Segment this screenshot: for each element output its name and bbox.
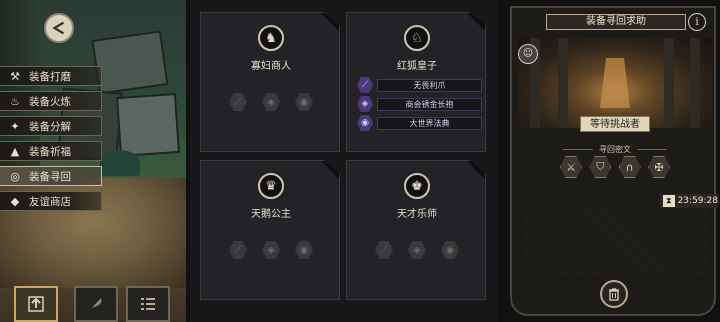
- merchant-portrait: ♛: [258, 173, 284, 199]
- robe-icon: ◈: [357, 96, 373, 112]
- sidebar-item-label: 装备分解: [29, 120, 71, 133]
- merchant-name: 寡妇商人: [251, 61, 291, 72]
- equipment-item[interactable]: ◉ 大世界法典: [357, 115, 482, 131]
- retrieve-icon: ◎: [10, 169, 20, 183]
- pray-icon: ▲: [10, 144, 20, 158]
- sidebar-item-forge[interactable]: ♨ 装备火炼: [0, 91, 102, 111]
- rune-shield-icon[interactable]: ⛉: [589, 156, 612, 178]
- info-icon[interactable]: i: [688, 13, 706, 31]
- weapon-slot-icon[interactable]: ⟋: [229, 93, 247, 111]
- back-button[interactable]: [44, 13, 74, 43]
- equipment-item[interactable]: ⟋ 无畏利爪: [357, 77, 482, 93]
- equipment-item[interactable]: ◈ 商会锈金长袍: [357, 96, 482, 112]
- weapon-slot-icon[interactable]: ⟋: [375, 241, 393, 259]
- throne-room-art: [518, 38, 712, 128]
- merchant-name: 天鹅公主: [251, 209, 291, 220]
- sidebar-item-label: 装备火炼: [29, 95, 71, 108]
- merchant-card[interactable]: ♚ 天才乐师 ⟋ ◈ ◉: [346, 160, 486, 300]
- merchant-portrait: ♞: [258, 25, 284, 51]
- scene-board: [115, 92, 181, 158]
- equipment-list: ⟋ 无畏利爪 ◈ 商会锈金长袍 ◉ 大世界法典: [357, 77, 482, 134]
- waiting-challenger-banner: 等待挑战者: [580, 116, 650, 132]
- sidebar-item-shop[interactable]: ◆ 友谊商店: [0, 191, 102, 211]
- claw-icon: ⟋: [357, 77, 373, 93]
- cipher-subtitle: 寻回密文: [512, 144, 718, 155]
- panel-title: 装备寻回求助: [546, 14, 686, 30]
- equipment-name: 无畏利爪: [377, 78, 482, 92]
- relic-slot-icon[interactable]: ◉: [295, 241, 313, 259]
- merchant-card[interactable]: ♘ 红狐皇子 ⟋ 无畏利爪 ◈ 商会锈金长袍 ◉ 大世界法典: [346, 12, 486, 152]
- retrieve-help-panel: 装备寻回求助 i ☺ 等待挑战者 寻回密文 ⚔ ⛉ ∩ ✠ ⧗ 23:59:28: [510, 6, 718, 316]
- upload-button[interactable]: [14, 286, 58, 322]
- equipment-slots: ⟋ ◈ ◉: [375, 241, 459, 259]
- armor-slot-icon[interactable]: ◈: [262, 93, 280, 111]
- merchant-card[interactable]: ♛ 天鹅公主 ⟋ ◈ ◉: [200, 160, 340, 300]
- weapon-slot-icon[interactable]: ⟋: [229, 241, 247, 259]
- sidebar-item-polish[interactable]: ⚒ 装备打磨: [0, 66, 102, 86]
- throne-icon: [600, 58, 630, 108]
- merchant-name: 天才乐师: [397, 209, 437, 220]
- merchant-card[interactable]: ♞ 寡妇商人 ⟋ ◈ ◉: [200, 12, 340, 152]
- upload-arrow-icon: [28, 296, 44, 312]
- equipment-name: 大世界法典: [377, 116, 482, 130]
- fox-icon: ◆: [10, 194, 20, 208]
- break-icon: ✦: [10, 119, 20, 133]
- armor-slot-icon[interactable]: ◈: [408, 241, 426, 259]
- sidebar-menu: ⚒ 装备打磨 ♨ 装备火炼 ✦ 装备分解 ▲ 装备祈福 ◎ 装备寻回 ◆ 友谊商…: [0, 66, 110, 216]
- sidebar-item-bless[interactable]: ▲ 装备祈福: [0, 141, 102, 161]
- codex-icon: ◉: [357, 115, 373, 131]
- armor-slot-icon[interactable]: ◈: [262, 241, 280, 259]
- player-avatar[interactable]: ☺: [518, 44, 538, 64]
- timer-value: 23:59:28: [677, 196, 718, 206]
- merchant-portrait: ♘: [404, 25, 430, 51]
- back-arrow-icon: [52, 21, 65, 35]
- list-button[interactable]: [126, 286, 170, 322]
- rune-gate-icon[interactable]: ∩: [618, 156, 641, 178]
- panel-ornament: [522, 208, 708, 278]
- flame-icon: ♨: [10, 94, 20, 108]
- equipment-slots: ⟋ ◈ ◉: [229, 93, 313, 111]
- sidebar-item-retrieve[interactable]: ◎ 装备寻回: [0, 166, 102, 186]
- hammer-icon: ⚒: [10, 69, 20, 83]
- relic-slot-icon[interactable]: ◉: [295, 93, 313, 111]
- equipment-name: 商会锈金长袍: [377, 97, 482, 111]
- hourglass-icon: ⧗: [663, 195, 675, 207]
- merchant-name: 红狐皇子: [397, 61, 437, 72]
- discard-button[interactable]: [600, 280, 628, 308]
- equipment-slots: ⟋ ◈ ◉: [229, 241, 313, 259]
- rune-sword-icon[interactable]: ⚔: [560, 156, 582, 178]
- relic-slot-icon[interactable]: ◉: [441, 241, 459, 259]
- cipher-runes: ⚔ ⛉ ∩ ✠: [560, 156, 670, 178]
- sidebar-item-label: 友谊商店: [29, 195, 71, 208]
- trash-icon: [609, 288, 619, 301]
- sidebar-item-decompose[interactable]: ✦ 装备分解: [0, 116, 102, 136]
- feather-button[interactable]: [74, 286, 118, 322]
- list-icon: [141, 298, 155, 310]
- feather-icon: [90, 298, 102, 310]
- rune-blade-icon[interactable]: ✠: [647, 156, 670, 178]
- merchant-portrait: ♚: [404, 173, 430, 199]
- sidebar-item-label: 装备祈福: [29, 145, 71, 158]
- sidebar-item-label: 装备打磨: [29, 70, 71, 83]
- countdown-timer: ⧗ 23:59:28: [660, 194, 718, 208]
- sidebar-item-label: 装备寻回: [29, 170, 71, 183]
- merchant-grid: ♞ 寡妇商人 ⟋ ◈ ◉ ♘ 红狐皇子 ⟋ 无畏利爪 ◈ 商会锈金长袍 ◉ 大世…: [190, 0, 498, 322]
